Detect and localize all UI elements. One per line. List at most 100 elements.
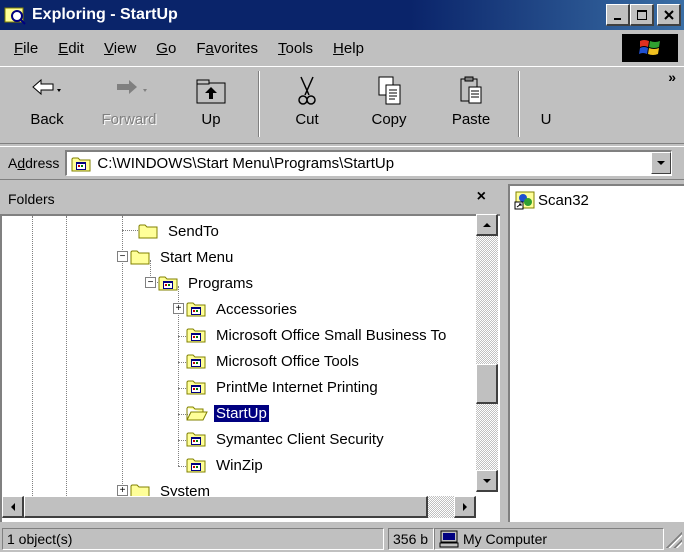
tree-item-winzip[interactable]: WinZip (186, 452, 265, 478)
menu-bar: File Edit View Go Favorites Tools Help (0, 32, 684, 64)
toolbar-separator (258, 71, 260, 137)
arrow-up-icon (482, 222, 491, 227)
tree-item-start-menu[interactable]: Start Menu (130, 244, 235, 270)
menu-help[interactable]: Help (323, 40, 374, 57)
open-folder-icon (186, 406, 208, 421)
computer-icon (439, 530, 459, 548)
cut-button[interactable]: Cut (266, 67, 348, 141)
status-size: 356 b (388, 528, 434, 550)
tree-item-label: Symantec Client Security (216, 430, 384, 448)
paste-button[interactable]: Paste (430, 67, 512, 141)
address-label: Address (8, 155, 60, 171)
folder-programs-icon (158, 276, 178, 291)
menu-file[interactable]: File (4, 40, 48, 57)
tree-item-label-selected: StartUp (213, 403, 270, 423)
folder-icon (130, 250, 150, 265)
maximize-button[interactable] (630, 4, 654, 26)
undo-label-partial: U (540, 111, 552, 128)
menu-view[interactable]: View (94, 40, 146, 57)
chevron-down-icon (657, 161, 665, 165)
folder-programs-icon (186, 432, 206, 447)
tree-item-label: Accessories (216, 300, 297, 318)
back-arrow-icon (32, 78, 61, 96)
vertical-scroll-thumb[interactable] (476, 364, 498, 404)
file-list[interactable]: Scan32 (508, 184, 684, 522)
status-zone: My Computer (434, 528, 664, 550)
copy-label: Copy (371, 111, 407, 128)
folders-vertical-scrollbar[interactable] (476, 214, 498, 492)
collapse-programs-toggle[interactable]: − (145, 277, 156, 288)
tree-item-ms-office-tools[interactable]: Microsoft Office Tools (186, 348, 361, 374)
collapse-start-menu-toggle[interactable]: − (117, 251, 128, 262)
tree-item-ms-office-sb[interactable]: Microsoft Office Small Business To (186, 322, 448, 348)
clipboard-icon (460, 76, 482, 104)
expand-accessories-toggle[interactable]: + (173, 303, 184, 314)
tree-item-printme[interactable]: PrintMe Internet Printing (186, 374, 380, 400)
toolbar-chevron-more[interactable]: » (668, 69, 676, 85)
minimize-button[interactable] (606, 4, 630, 26)
scissors-icon (298, 76, 316, 105)
window-title: Exploring - StartUp (32, 6, 178, 23)
back-label: Back (30, 111, 64, 128)
forward-arrow-icon (117, 80, 147, 94)
tree-item-sendto[interactable]: SendTo (138, 218, 221, 244)
resize-grip[interactable] (664, 530, 682, 548)
file-item-label: Scan32 (538, 191, 589, 209)
tree-item-label: Microsoft Office Small Business To (216, 326, 447, 344)
tree-line (32, 216, 33, 516)
tree-item-symantec[interactable]: Symantec Client Security (186, 426, 386, 452)
folders-close-button[interactable]: × (477, 188, 486, 206)
folders-horizontal-scrollbar[interactable] (2, 496, 476, 518)
close-button[interactable] (657, 4, 681, 26)
pane-splitter[interactable] (500, 184, 508, 522)
folder-programs-icon (71, 157, 91, 171)
file-item-scan32[interactable]: Scan32 (514, 190, 589, 210)
menu-tools[interactable]: Tools (268, 40, 323, 57)
tree-item-programs[interactable]: Programs (158, 270, 255, 296)
copy-pages-icon (378, 76, 401, 105)
address-dropdown-button[interactable] (651, 152, 671, 174)
address-input[interactable]: C:\WINDOWS\Start Menu\Programs\StartUp (65, 150, 672, 176)
expand-system-toggle[interactable]: + (117, 485, 128, 496)
cut-label: Cut (295, 111, 319, 128)
forward-label: Forward (101, 111, 157, 128)
copy-button[interactable]: Copy (348, 67, 430, 141)
folder-programs-icon (186, 458, 206, 473)
folder-icon (138, 224, 158, 239)
scroll-left-button[interactable] (2, 496, 24, 518)
menu-favorites[interactable]: Favorites (186, 40, 268, 57)
back-button[interactable]: Back (6, 67, 88, 141)
scroll-down-button[interactable] (476, 470, 498, 492)
shortcut-icon (514, 191, 535, 210)
folder-programs-icon (186, 302, 206, 317)
folder-programs-icon (186, 380, 206, 395)
arrow-down-icon (482, 478, 491, 483)
undo-button[interactable]: U (526, 67, 566, 141)
horizontal-scroll-thumb[interactable] (24, 496, 428, 518)
up-folder-icon (196, 79, 226, 104)
folder-programs-icon (186, 354, 206, 369)
tree-item-label: Programs (188, 274, 254, 292)
toolbar-separator-2 (518, 71, 520, 137)
title-bar[interactable]: Exploring - StartUp (0, 0, 684, 30)
tree-line (122, 230, 138, 231)
menu-go[interactable]: Go (146, 40, 186, 57)
scroll-right-button[interactable] (454, 496, 476, 518)
folders-title: Folders (8, 191, 55, 207)
arrow-right-icon (462, 502, 467, 511)
tree-item-startup[interactable]: StartUp (186, 400, 270, 426)
tree-item-label: Microsoft Office Tools (216, 352, 359, 370)
address-bar: Address C:\WINDOWS\Start Menu\Programs\S… (0, 146, 684, 180)
explorer-window-icon (4, 7, 26, 25)
folders-tree[interactable]: − − + + SendTo Start Menu Programs Acces… (0, 214, 500, 522)
folders-pane-header: Folders × (0, 184, 500, 214)
status-bar: 1 object(s) 356 b My Computer (0, 526, 684, 552)
scroll-up-button[interactable] (476, 214, 498, 236)
tree-item-label: Start Menu (160, 248, 234, 266)
up-button[interactable]: Up (170, 67, 252, 141)
status-object-count: 1 object(s) (2, 528, 384, 550)
tree-item-accessories[interactable]: Accessories (186, 296, 299, 322)
forward-button[interactable]: Forward (88, 67, 170, 141)
tree-item-label: PrintMe Internet Printing (216, 378, 378, 396)
menu-edit[interactable]: Edit (48, 40, 94, 57)
